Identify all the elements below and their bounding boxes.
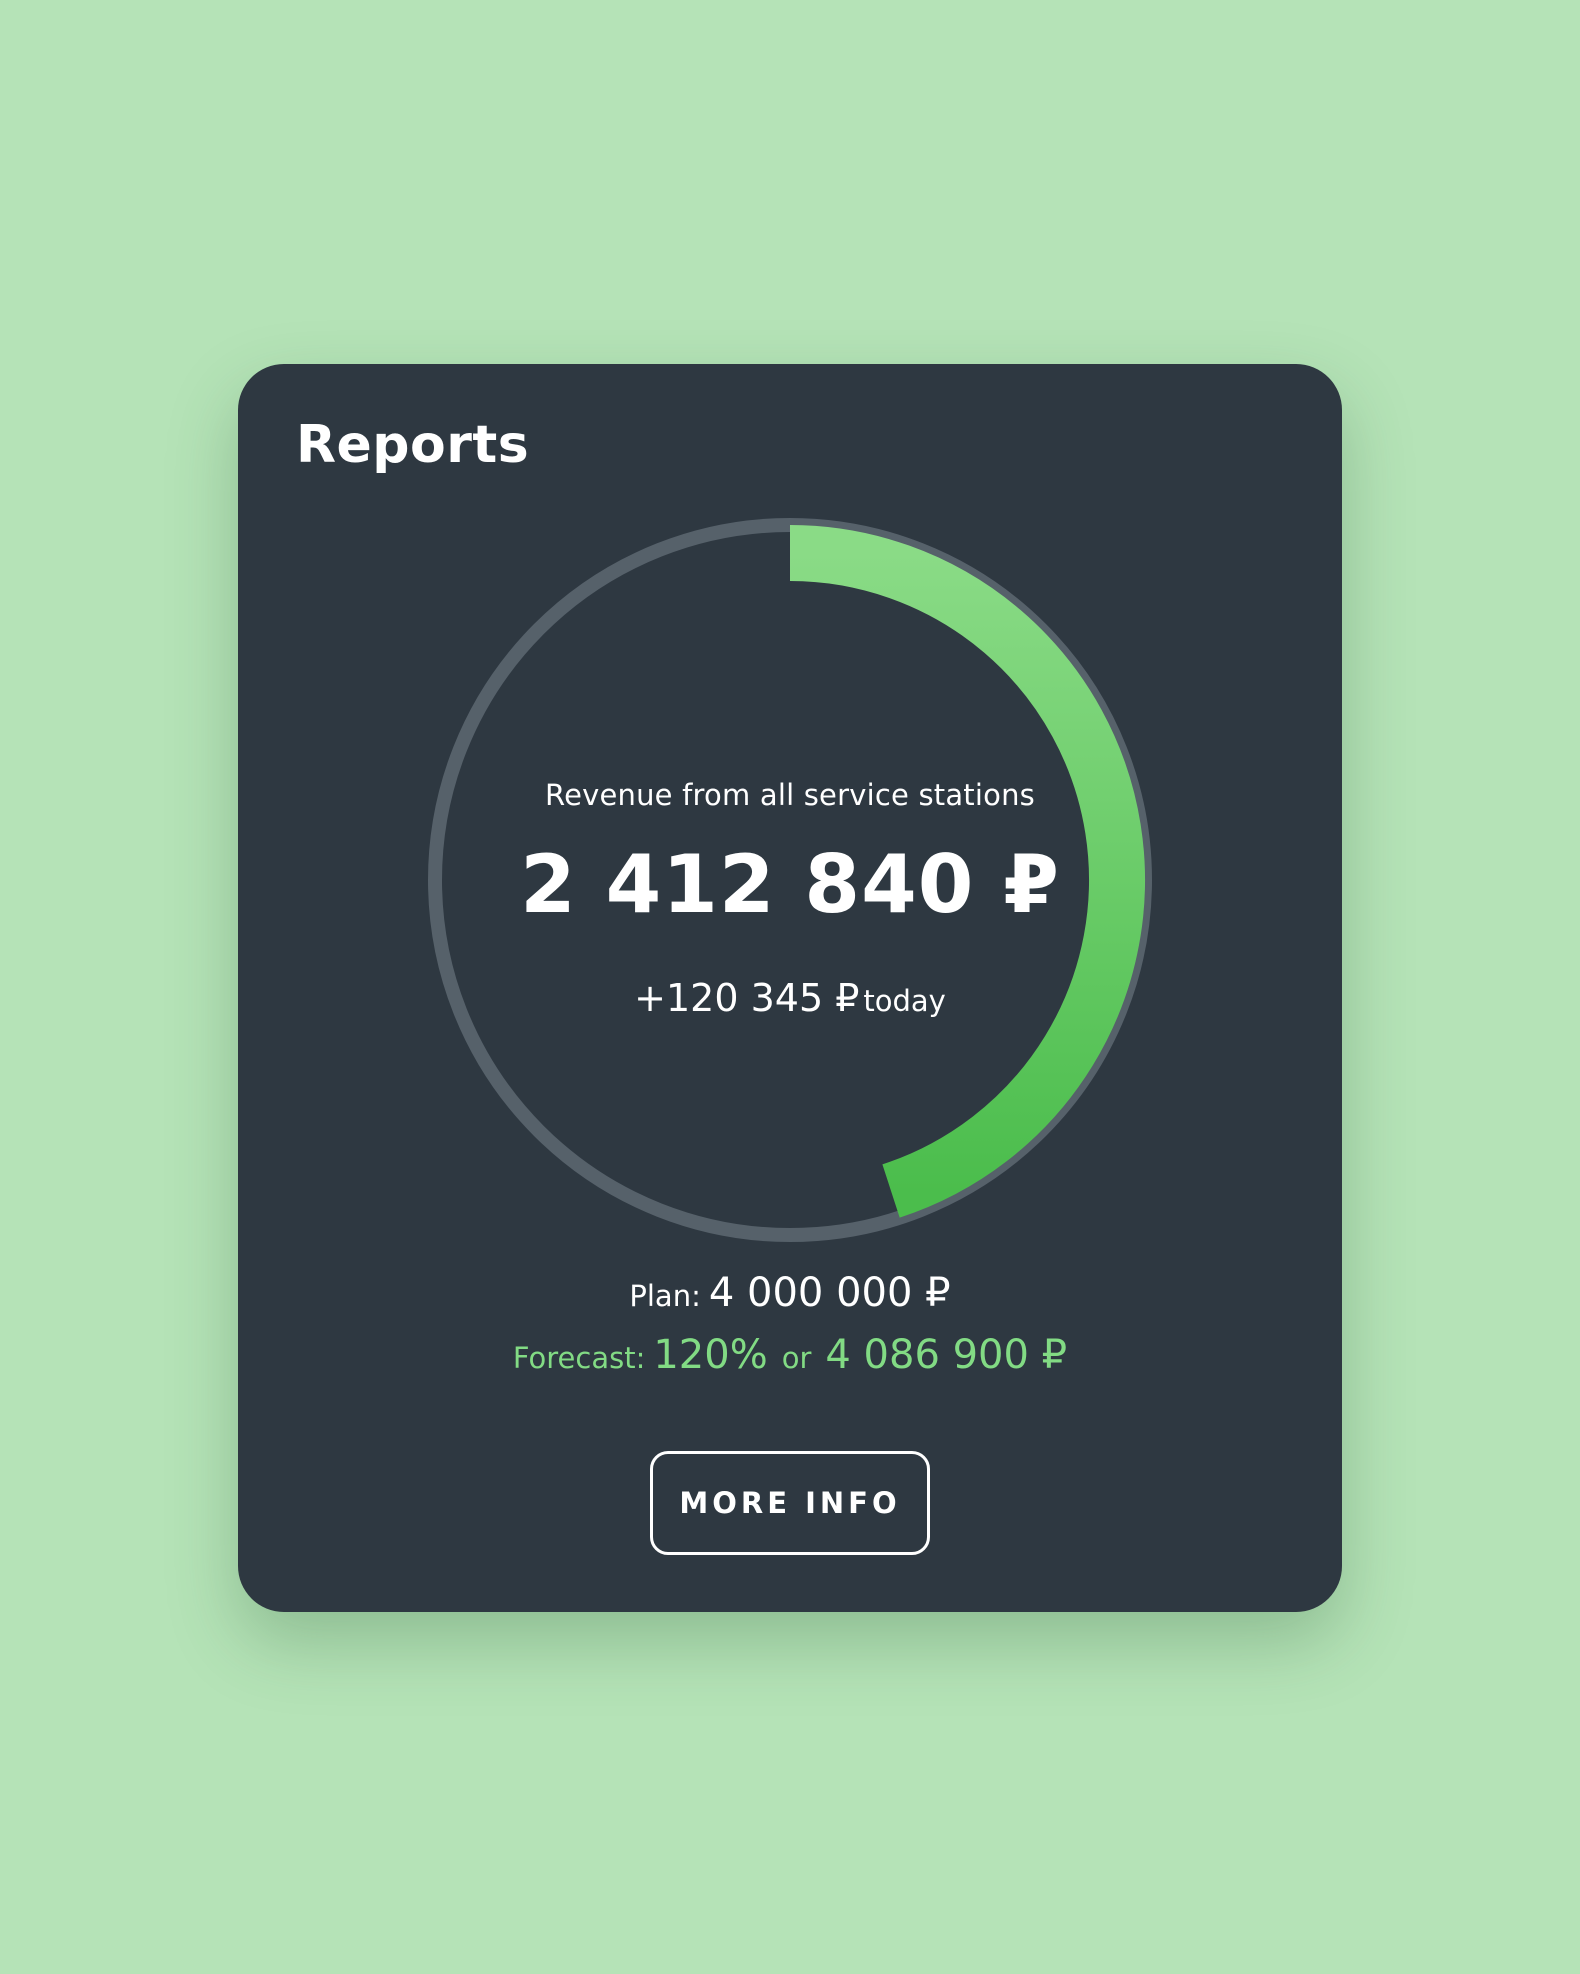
plan-label: Plan: [629, 1279, 701, 1313]
plan-value: 4 000 000 ₽ [708, 1270, 951, 1316]
forecast-line: Forecast: 120% or 4 086 900 ₽ [238, 1332, 1342, 1378]
plan-line: Plan: 4 000 000 ₽ [238, 1270, 1342, 1316]
today-suffix: today [863, 984, 946, 1018]
today-value: +120 345 ₽ [634, 976, 860, 1020]
revenue-total: 2 412 840 ₽ [520, 838, 1060, 931]
revenue-subtitle: Revenue from all service stations [545, 778, 1035, 812]
card-title: Reports [296, 415, 530, 475]
forecast-percent: 120% [653, 1332, 768, 1378]
today-change: +120 345 ₽ today [238, 976, 1342, 1020]
forecast-or: or [781, 1341, 812, 1375]
forecast-label: Forecast: [512, 1341, 646, 1375]
reports-card: Reports Revenue from all service station… [238, 364, 1342, 1612]
forecast-value: 4 086 900 ₽ [825, 1332, 1068, 1378]
more-info-button[interactable]: MORE INFO [650, 1451, 930, 1555]
